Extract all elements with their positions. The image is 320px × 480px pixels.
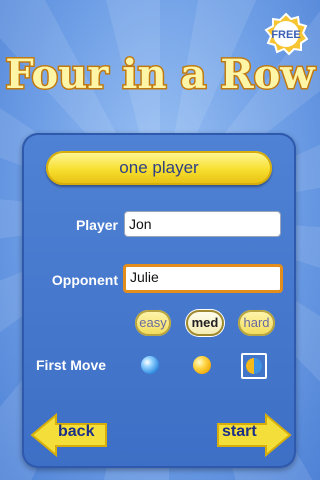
- first-move-blue-icon[interactable]: [141, 356, 159, 374]
- back-button[interactable]: back: [30, 412, 110, 462]
- mode-button[interactable]: one player: [46, 151, 272, 185]
- first-move-label: First Move: [36, 357, 107, 373]
- opponent-name-field[interactable]: Julie: [123, 264, 283, 293]
- back-label: back: [58, 423, 95, 440]
- random-piece-icon: [246, 358, 262, 374]
- first-move-random-option[interactable]: [241, 353, 267, 379]
- difficulty-easy-button[interactable]: easy: [135, 310, 171, 336]
- difficulty-med-button[interactable]: med: [186, 310, 224, 336]
- player-name-field[interactable]: Jon: [124, 211, 281, 237]
- player-label: Player: [75, 217, 118, 233]
- game-title-logo: Four in a Row: [0, 40, 320, 110]
- difficulty-hard-button[interactable]: hard: [238, 310, 275, 336]
- start-label: start: [222, 423, 257, 440]
- game-title-text: Four in a Row: [5, 51, 316, 98]
- start-button[interactable]: start: [216, 412, 292, 462]
- first-move-yellow-icon[interactable]: [193, 356, 211, 374]
- opponent-label: Opponent: [51, 272, 118, 288]
